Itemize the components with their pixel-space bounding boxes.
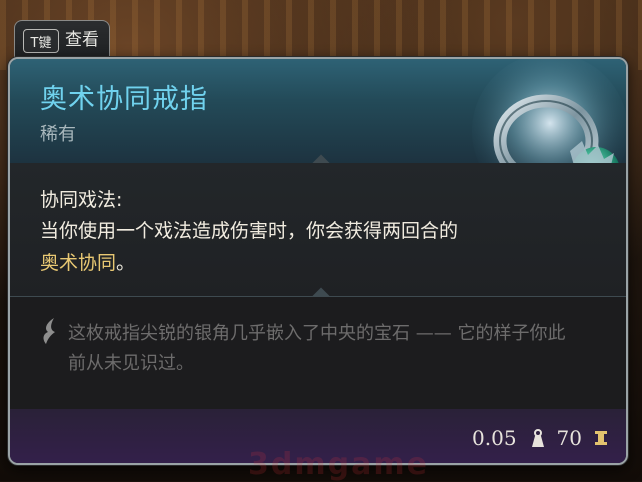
inspect-label: 查看	[65, 30, 99, 50]
weight-icon	[531, 429, 544, 447]
item-name: 奥术协同戒指	[40, 84, 208, 115]
passive-desc-text: 当你使用一个戏法造成伤害时，你会获得两回合的	[40, 220, 459, 242]
item-value: 70	[556, 426, 582, 450]
passive-name: 协同戏法:	[40, 189, 123, 211]
passive-section: 协同戏法: 当你使用一个戏法造成伤害时，你会获得两回合的奥术协同。	[10, 163, 626, 296]
quill-icon	[43, 318, 55, 344]
arcane-synergy-keyword[interactable]: 奥术协同	[40, 252, 116, 274]
item-rarity: 稀有	[40, 124, 76, 145]
t-key-cap: T键	[23, 29, 59, 53]
item-tooltip: 奥术协同戒指 稀有 协同戏法: 当你使用一个戏法造成伤害时，你会获得两回合的奥术…	[8, 57, 628, 465]
lore-text: 这枚戒指尖锐的银角几乎嵌入了中央的宝石 —— 它的样子你此前从未见识过。	[68, 323, 566, 374]
item-stats: 0.05 70	[472, 426, 608, 450]
passive-description: 当你使用一个戏法造成伤害时，你会获得两回合的奥术协同。	[40, 215, 460, 279]
gold-icon	[595, 431, 607, 445]
watermark: 3dmgame	[248, 447, 429, 482]
item-weight: 0.05	[472, 426, 517, 450]
lore-section: 这枚戒指尖锐的银角几乎嵌入了中央的宝石 —— 它的样子你此前从未见识过。	[10, 297, 626, 409]
passive-desc-end: 。	[116, 252, 136, 274]
